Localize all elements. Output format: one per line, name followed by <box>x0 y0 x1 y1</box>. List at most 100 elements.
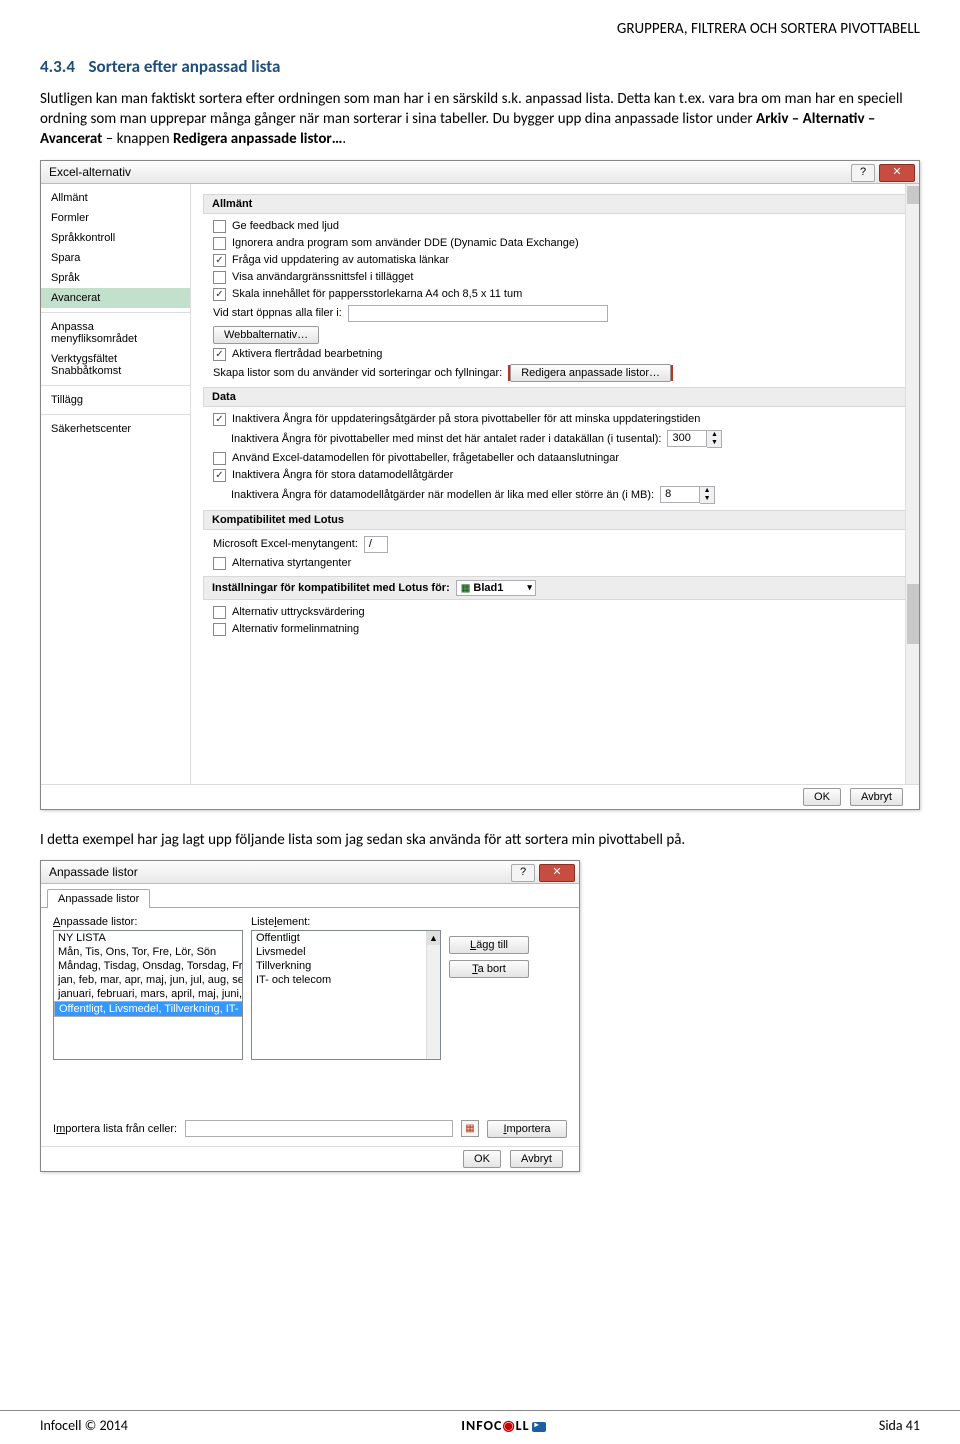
right-list-label: Listelement: <box>251 916 441 928</box>
sidebar-item[interactable]: Spara <box>41 248 190 268</box>
section-number: 4.3.4 <box>40 56 75 77</box>
custom-lists-dialog: Anpassade listor ? ✕ Anpassade listor AA… <box>40 860 580 1172</box>
sidebar-item[interactable]: Anpassa menyfliksområdet <box>41 317 190 349</box>
field-label: Vid start öppnas alla filer i: <box>213 307 342 319</box>
checkbox-label: Alternativ uttrycksvärdering <box>232 606 365 618</box>
import-range-input[interactable] <box>185 1120 453 1137</box>
text: – knappen <box>102 130 173 148</box>
section-heading: 4.3.4 Sortera efter anpassad lista <box>40 56 920 79</box>
dialog-title: Anpassade listor <box>49 865 138 879</box>
logo-text: LL <box>516 1417 530 1434</box>
list-item[interactable]: NY LISTA <box>54 931 242 945</box>
mb-threshold-input[interactable] <box>660 486 700 503</box>
scroll-arrow-up[interactable] <box>907 186 919 204</box>
import-button[interactable]: Importera <box>487 1120 567 1138</box>
list-elements-textbox[interactable]: Offentligt Livsmedel Tillverkning IT- oc… <box>251 930 441 1060</box>
checkbox-label: Inaktivera Ångra för stora datamodellåtg… <box>232 469 453 481</box>
ok-button[interactable]: OK <box>463 1150 501 1168</box>
checkbox-label: Inaktivera Ångra för uppdateringsåtgärde… <box>232 413 700 425</box>
checkbox-label: Visa användargränssnittsfel i tillägget <box>232 271 413 283</box>
logo-text: INFOC <box>461 1417 502 1434</box>
checkbox[interactable] <box>213 623 226 636</box>
dialog-footer: OK Avbryt <box>41 1146 579 1171</box>
sidebar-item[interactable]: Verktygsfältet Snabbåtkomst <box>41 349 190 381</box>
scroll-arrow-up[interactable]: ▲ <box>427 931 440 945</box>
options-sidebar: Allmänt Formler Språkkontroll Spara Språ… <box>41 184 191 784</box>
close-button[interactable]: ✕ <box>879 164 915 182</box>
checkbox-label: Använd Excel-datamodellen för pivottabel… <box>232 452 619 464</box>
checkbox-label: Fråga vid uppdatering av automatiska län… <box>232 254 449 266</box>
scrollbar[interactable] <box>905 184 919 784</box>
checkbox[interactable] <box>213 469 226 482</box>
checkbox[interactable] <box>213 271 226 284</box>
sidebar-item[interactable]: Språk <box>41 268 190 288</box>
rows-threshold-input[interactable] <box>667 430 707 447</box>
tab-custom-lists[interactable]: Anpassade listor <box>47 889 150 908</box>
menu-key-input[interactable] <box>364 536 388 553</box>
spin-down[interactable]: ▼ <box>707 439 721 447</box>
checkbox[interactable] <box>213 254 226 267</box>
excel-options-dialog: Excel-alternativ ? ✕ Allmänt Formler Spr… <box>40 160 920 810</box>
scrollbar[interactable]: ▲ <box>426 931 440 1059</box>
close-button[interactable]: ✕ <box>539 864 575 882</box>
group-header: Allmänt <box>203 194 907 214</box>
help-button[interactable]: ? <box>511 864 535 882</box>
checkbox[interactable] <box>213 220 226 233</box>
dialog-title: Excel-alternativ <box>49 165 131 179</box>
checkbox[interactable] <box>213 452 226 465</box>
list-item: Tillverkning <box>252 959 440 973</box>
checkbox[interactable] <box>213 348 226 361</box>
sidebar-item[interactable]: Språkkontroll <box>41 228 190 248</box>
sidebar-item-selected[interactable]: Avancerat <box>41 288 190 308</box>
spin-up[interactable]: ▲ <box>700 487 714 495</box>
edit-custom-lists-button[interactable]: Redigera anpassade listor… <box>510 364 671 382</box>
sidebar-item[interactable]: Formler <box>41 208 190 228</box>
text: . <box>342 130 346 148</box>
checkbox[interactable] <box>213 288 226 301</box>
add-button[interactable]: Lägg till <box>449 936 529 954</box>
delete-button[interactable]: Ta bort <box>449 960 529 978</box>
list-item[interactable]: jan, feb, mar, apr, maj, jun, jul, aug, … <box>54 973 242 987</box>
sidebar-item[interactable]: Allmänt <box>41 188 190 208</box>
checkbox[interactable] <box>213 413 226 426</box>
page-header: GRUPPERA, FILTRERA OCH SORTERA PIVOTTABE… <box>40 20 920 38</box>
checkbox[interactable] <box>213 606 226 619</box>
checkbox[interactable] <box>213 557 226 570</box>
ok-button[interactable]: OK <box>803 788 841 806</box>
help-button[interactable]: ? <box>851 164 875 182</box>
list-item[interactable]: Måndag, Tisdag, Onsdag, Torsdag, Fre <box>54 959 242 973</box>
options-content: Allmänt Ge feedback med ljud Ignorera an… <box>191 184 919 784</box>
sidebar-item[interactable]: Säkerhetscenter <box>41 419 190 439</box>
checkbox[interactable] <box>213 237 226 250</box>
field-label: Inaktivera Ångra för pivottabeller med m… <box>231 433 661 445</box>
cancel-button[interactable]: Avbryt <box>850 788 903 806</box>
start-folder-input[interactable] <box>348 305 608 322</box>
list-item: Livsmedel <box>252 945 440 959</box>
spin-up[interactable]: ▲ <box>707 431 721 439</box>
checkbox-label: Ignorera andra program som använder DDE … <box>232 237 579 249</box>
range-picker-icon[interactable]: ▦ <box>461 1120 479 1137</box>
list-item[interactable]: januari, februari, mars, april, maj, jun… <box>54 987 242 1001</box>
dialog-titlebar: Anpassade listor ? ✕ <box>41 861 579 884</box>
text-bold: Redigera anpassade listor… <box>173 130 342 148</box>
logo-o-icon: ◉ <box>502 1417 515 1434</box>
select-value: Blad1 <box>473 582 503 594</box>
footer-logo: INFOC◉LL <box>461 1417 545 1434</box>
field-label: Microsoft Excel-menytangent: <box>213 538 358 550</box>
dialog-titlebar: Excel-alternativ ? ✕ <box>41 161 919 184</box>
paragraph-2: I detta exempel har jag lagt upp följand… <box>40 830 920 850</box>
list-item-selected[interactable]: Offentligt, Livsmedel, Tillverkning, IT-… <box>54 1001 243 1017</box>
cancel-button[interactable]: Avbryt <box>510 1150 563 1168</box>
sidebar-item[interactable]: Tillägg <box>41 390 190 410</box>
section-title: Sortera efter anpassad lista <box>89 56 281 77</box>
list-item[interactable]: Mån, Tis, Ons, Tor, Fre, Lör, Sön <box>54 945 242 959</box>
scroll-thumb[interactable] <box>907 584 919 644</box>
checkbox-label: Skala innehållet för pappersstorlekarna … <box>232 288 522 300</box>
footer-left: Infocell © 2014 <box>40 1417 128 1434</box>
sheet-select[interactable]: ▦ Blad1 <box>456 580 536 596</box>
group-header: Kompatibilitet med Lotus <box>203 510 907 530</box>
checkbox-label: Alternativ formelinmatning <box>232 623 359 635</box>
spin-down[interactable]: ▼ <box>700 495 714 503</box>
web-options-button[interactable]: Webbalternativ… <box>213 326 319 344</box>
custom-lists-listbox[interactable]: NY LISTA Mån, Tis, Ons, Tor, Fre, Lör, S… <box>53 930 243 1060</box>
